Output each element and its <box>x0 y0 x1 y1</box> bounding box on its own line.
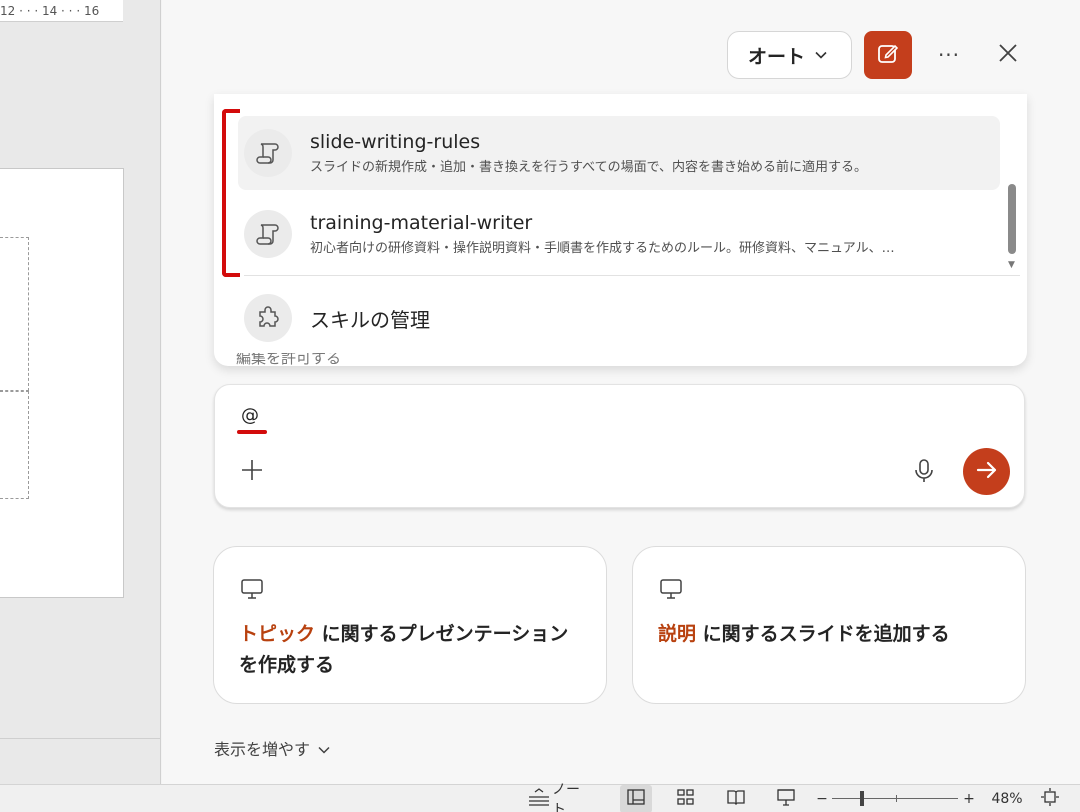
skill-description: スライドの新規作成・追加・書き換えを行うすべての場面で、内容を書き始める前に適用… <box>310 160 868 175</box>
zoom-level[interactable]: 48% <box>986 785 1028 812</box>
mode-dropdown[interactable]: オート <box>727 31 852 79</box>
more-options-button[interactable]: ··· <box>930 35 968 75</box>
copilot-header: オート ··· <box>162 0 1080 94</box>
suggestion-card-create-presentation[interactable]: トピック に関するプレゼンテーションを作成する <box>213 546 607 704</box>
horizontal-ruler: 12 · · · 14 · · · 16 <box>0 0 123 22</box>
skills-popup: slide-writing-rules スライドの新規作成・追加・書き換えを行う… <box>214 94 1027 366</box>
scroll-icon <box>244 210 292 258</box>
scroll-icon <box>244 129 292 177</box>
mode-label: オート <box>748 45 806 68</box>
slide-canvas[interactable] <box>0 168 124 598</box>
popup-scrollbar-thumb[interactable] <box>1008 184 1016 254</box>
show-more-label: 表示を増やす <box>214 740 311 759</box>
zoom-minus-label: − <box>816 791 828 807</box>
close-icon <box>998 43 1018 67</box>
show-more-button[interactable]: 表示を増やす <box>214 736 330 760</box>
notes-button[interactable]: ノート <box>528 782 590 812</box>
copilot-pane: オート ··· slide-writing-rules スライドの新規作成・追加… <box>162 0 1080 784</box>
chat-input-box[interactable]: @ <box>214 384 1025 508</box>
notes-label: ノート <box>552 782 580 812</box>
arrow-right-icon <box>975 458 999 486</box>
presentation-icon <box>659 577 683 605</box>
microphone-icon <box>914 458 934 488</box>
skill-item-slide-writing-rules[interactable]: slide-writing-rules スライドの新規作成・追加・書き換えを行う… <box>238 116 1000 190</box>
notes-divider[interactable] <box>0 738 160 739</box>
compose-icon <box>877 42 899 68</box>
fit-window-icon <box>1041 788 1059 810</box>
notes-icon <box>528 788 550 810</box>
zoom-slider-track[interactable] <box>832 798 958 799</box>
puzzle-icon <box>244 294 292 342</box>
slide-sorter-button[interactable] <box>670 785 702 812</box>
suggestion-text: 説明 に関するスライドを追加する <box>658 619 1005 650</box>
slide-editor-area: 12 · · · 14 · · · 16 <box>0 0 161 784</box>
manage-skills-label: スキルの管理 <box>310 307 430 332</box>
suggestion-keyword: 説明 <box>658 623 697 645</box>
slide-placeholder-bottom[interactable] <box>0 391 29 499</box>
presentation-icon <box>777 788 795 810</box>
zoom-in-button[interactable]: + <box>961 785 977 812</box>
grid-icon <box>677 789 695 809</box>
status-bar: ノート − + 48% <box>0 782 1080 812</box>
skill-name: training-material-writer <box>310 212 533 234</box>
slide-placeholder-top[interactable] <box>0 237 29 391</box>
plus-icon <box>240 458 264 486</box>
presentation-icon <box>240 577 264 605</box>
close-button[interactable] <box>988 35 1028 75</box>
highlight-underline <box>237 430 267 434</box>
suggestion-text: トピック に関するプレゼンテーションを作成する <box>239 619 586 681</box>
book-icon <box>727 789 745 809</box>
suggestion-rest: に関するスライドを追加する <box>696 623 950 645</box>
hidden-text-peek: 編集を許可する <box>236 353 342 365</box>
zoom-out-button[interactable]: − <box>814 785 830 812</box>
reading-view-button[interactable] <box>720 785 752 812</box>
new-chat-button[interactable] <box>864 31 912 79</box>
fit-to-window-button[interactable] <box>1038 785 1062 812</box>
send-button[interactable] <box>963 448 1010 495</box>
chevron-down-icon <box>318 739 330 758</box>
microphone-button[interactable] <box>909 457 939 489</box>
slideshow-button[interactable] <box>770 785 802 812</box>
suggestion-card-add-slide[interactable]: 説明 に関するスライドを追加する <box>632 546 1026 704</box>
suggestion-keyword: トピック <box>239 623 316 645</box>
skill-description: 初心者向けの研修資料・操作説明資料・手順書を作成するためのルール。研修資料、マニ… <box>310 241 895 256</box>
zoom-plus-label: + <box>963 791 975 807</box>
more-icon: ··· <box>937 43 961 67</box>
chevron-down-icon <box>815 48 827 62</box>
skill-item-training-material-writer[interactable]: training-material-writer 初心者向けの研修資料・操作説明… <box>238 197 1000 271</box>
chat-input-text[interactable]: @ <box>241 405 259 426</box>
zoom-slider-center-tick <box>896 795 897 802</box>
add-attachment-button[interactable] <box>237 457 267 487</box>
normal-view-icon <box>627 789 645 809</box>
zoom-slider-thumb[interactable] <box>860 791 864 806</box>
zoom-level-label: 48% <box>991 791 1023 807</box>
manage-skills-item[interactable]: スキルの管理 <box>238 284 1000 352</box>
normal-view-button[interactable] <box>620 785 652 812</box>
skill-name: slide-writing-rules <box>310 131 481 153</box>
scroll-down-arrow-icon[interactable]: ▼ <box>1008 260 1015 270</box>
popup-divider <box>244 275 1020 276</box>
